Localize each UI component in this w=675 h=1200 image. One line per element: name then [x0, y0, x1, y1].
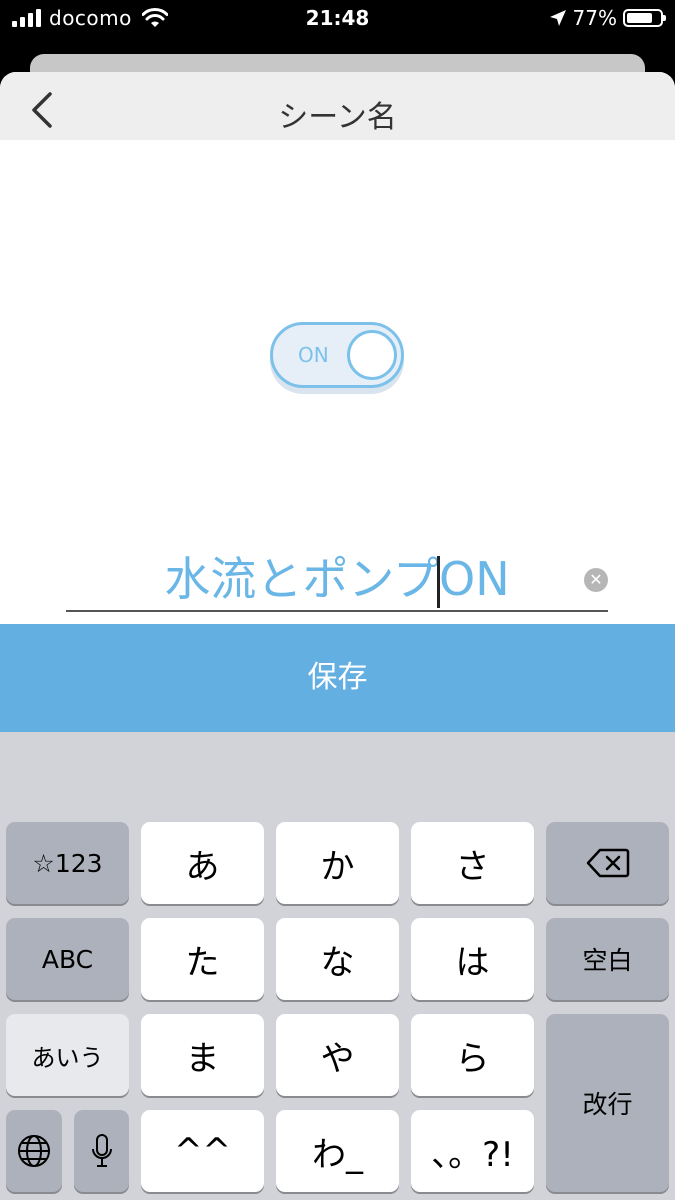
backspace-icon	[586, 848, 629, 878]
scene-name-value[interactable]: 水流とポンプON	[66, 550, 608, 608]
key-ra[interactable]: ら	[411, 1014, 534, 1096]
globe-icon	[18, 1135, 50, 1167]
key-globe[interactable]	[6, 1110, 62, 1192]
keyboard: ☆123 あ か さ ABC た な は 空白 あいう ま や ら 改行 ^^ …	[0, 732, 675, 1200]
toggle-knob	[347, 330, 397, 380]
key-dakuten[interactable]: ^^	[141, 1110, 264, 1192]
key-mic[interactable]	[74, 1110, 129, 1192]
key-ka[interactable]: か	[276, 822, 399, 904]
scene-name-input[interactable]: 水流とポンプON ✕	[66, 550, 608, 612]
toggle-illustration: ON	[270, 322, 404, 388]
key-ya[interactable]: や	[276, 1014, 399, 1096]
page-title: シーン名	[278, 100, 397, 135]
key-enter[interactable]: 改行	[546, 1014, 669, 1192]
key-wa[interactable]: わ_	[276, 1110, 399, 1192]
battery-percent: 77%	[572, 6, 617, 30]
key-abc[interactable]: ABC	[6, 918, 129, 1000]
battery-icon	[623, 9, 666, 27]
key-symbols[interactable]: ☆123	[6, 822, 129, 904]
key-sa[interactable]: さ	[411, 822, 534, 904]
key-a[interactable]: あ	[141, 822, 264, 904]
key-space[interactable]: 空白	[546, 918, 669, 1000]
clear-icon[interactable]: ✕	[584, 568, 608, 592]
key-na[interactable]: な	[276, 918, 399, 1000]
microphone-icon	[91, 1134, 112, 1167]
key-ma[interactable]: ま	[141, 1014, 264, 1096]
key-ha[interactable]: は	[411, 918, 534, 1000]
text-caret	[437, 556, 440, 608]
status-bar: docomo 21:48 77%	[0, 0, 675, 40]
save-button[interactable]: 保存	[0, 624, 675, 732]
key-aiu[interactable]: あいう	[6, 1014, 129, 1096]
input-underline	[66, 610, 608, 612]
status-right: 77%	[549, 6, 666, 30]
key-punct[interactable]: 、。?!	[411, 1110, 534, 1192]
key-ta[interactable]: た	[141, 918, 264, 1000]
key-delete[interactable]	[546, 822, 669, 904]
toggle-label: ON	[298, 343, 329, 367]
location-arrow-icon	[549, 10, 566, 26]
nav-bar: シーン名	[0, 72, 675, 140]
